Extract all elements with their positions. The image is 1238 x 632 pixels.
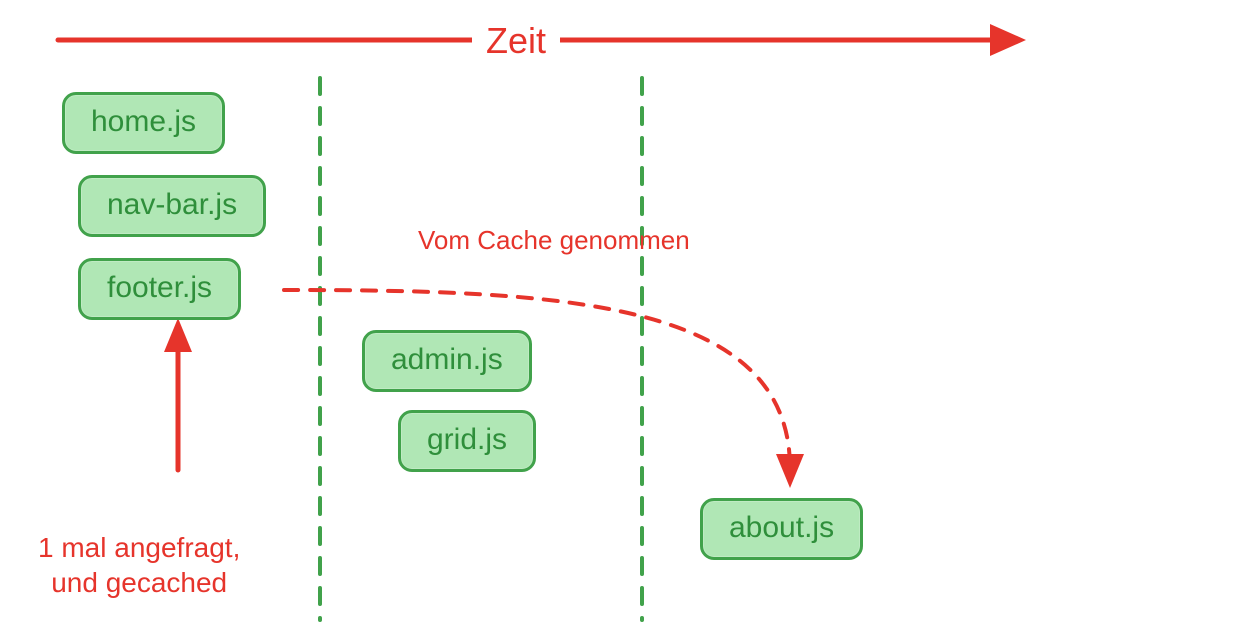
timeline-label: Zeit xyxy=(472,18,560,63)
file-box-admin: admin.js xyxy=(362,330,532,392)
file-box-grid: grid.js xyxy=(398,410,536,472)
file-box-home: home.js xyxy=(62,92,225,154)
file-box-navbar: nav-bar.js xyxy=(78,175,266,237)
file-box-about: about.js xyxy=(700,498,863,560)
column1-caption: 1 mal angefragt, und gecached xyxy=(38,530,240,600)
cache-label: Vom Cache genommen xyxy=(418,224,690,257)
file-box-footer: footer.js xyxy=(78,258,241,320)
